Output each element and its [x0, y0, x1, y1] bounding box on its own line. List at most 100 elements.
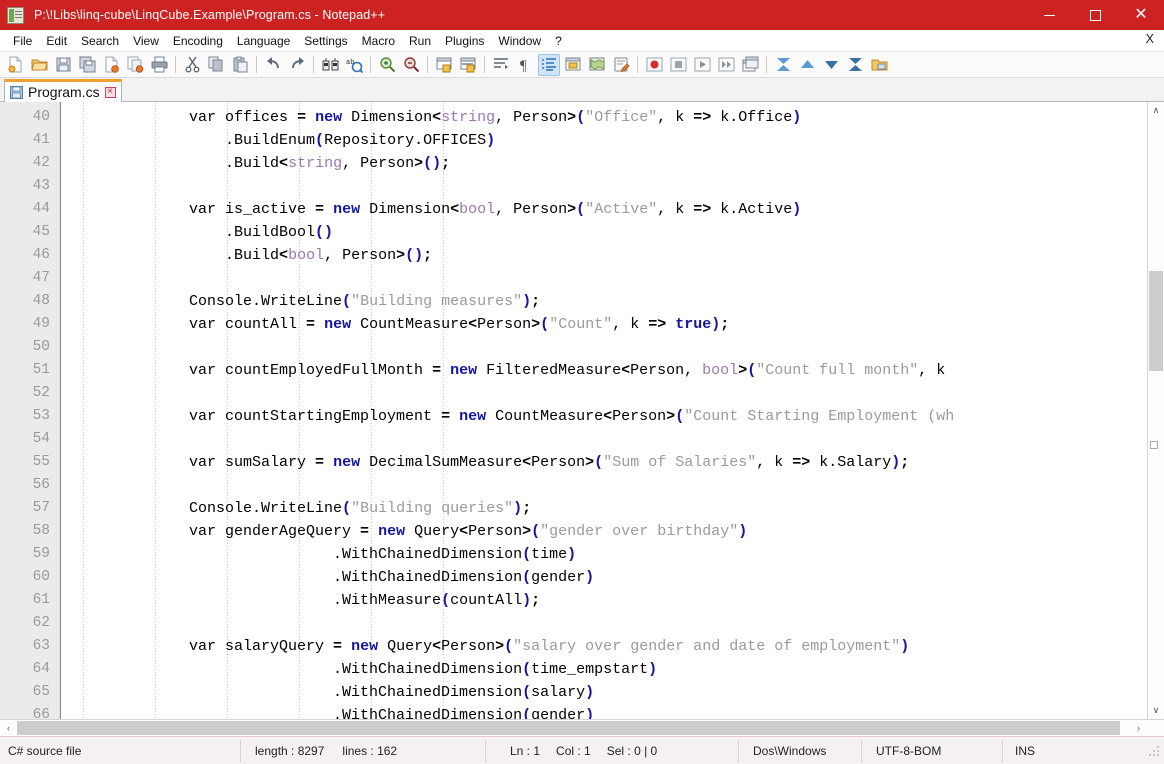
- horizontal-scrollbar[interactable]: ‹ ›: [0, 719, 1164, 736]
- code-line[interactable]: [73, 474, 1147, 497]
- sync-horizontal-scroll-icon[interactable]: [457, 54, 479, 76]
- code-line[interactable]: var offices = new Dimension<string, Pers…: [73, 106, 1147, 129]
- collapse-all-icon[interactable]: [772, 54, 794, 76]
- close-window-button[interactable]: ✕: [1118, 0, 1164, 30]
- code-line[interactable]: var is_active = new Dimension<bool, Pers…: [73, 198, 1147, 221]
- code-line[interactable]: .WithMeasure(countAll);: [73, 589, 1147, 612]
- title-bar: P:\!Libs\linq-cube\LinqCube.Example\Prog…: [0, 0, 1164, 30]
- code-line[interactable]: Console.WriteLine("Building measures");: [73, 290, 1147, 313]
- code-line[interactable]: .WithChainedDimension(time_empstart): [73, 658, 1147, 681]
- code-line[interactable]: [73, 175, 1147, 198]
- scroll-down-arrow-icon[interactable]: ∨: [1148, 702, 1164, 719]
- status-encoding[interactable]: UTF-8-BOM: [862, 737, 1002, 764]
- code-line[interactable]: var sumSalary = new DecimalSumMeasure<Pe…: [73, 451, 1147, 474]
- save-all-icon[interactable]: [76, 54, 98, 76]
- line-number: 57: [32, 500, 50, 516]
- code-line[interactable]: var countStartingEmployment = new CountM…: [73, 405, 1147, 428]
- folder-as-workspace-icon[interactable]: [868, 54, 890, 76]
- scroll-left-arrow-icon[interactable]: ‹: [0, 720, 17, 736]
- scroll-up-arrow-icon[interactable]: ∧: [1148, 102, 1164, 119]
- unfold-down-icon[interactable]: [820, 54, 842, 76]
- menu-item-file[interactable]: File: [6, 32, 39, 50]
- menu-item-plugins[interactable]: Plugins: [438, 32, 491, 50]
- close-document-button[interactable]: X: [1146, 32, 1154, 46]
- menu-item-view[interactable]: View: [126, 32, 166, 50]
- code-line[interactable]: [73, 267, 1147, 290]
- code-line[interactable]: [73, 382, 1147, 405]
- open-file-icon[interactable]: [28, 54, 50, 76]
- user-defined-dialog-icon[interactable]: [562, 54, 584, 76]
- close-file-icon[interactable]: [100, 54, 122, 76]
- status-col: Col : 1: [556, 743, 591, 758]
- expand-all-icon[interactable]: [844, 54, 866, 76]
- undo-icon[interactable]: [262, 54, 284, 76]
- toolbar-separator: [370, 56, 371, 73]
- menu-item-run[interactable]: Run: [402, 32, 438, 50]
- horizontal-scroll-thumb[interactable]: [17, 721, 1120, 735]
- code-line[interactable]: .WithChainedDimension(gender): [73, 566, 1147, 589]
- print-icon[interactable]: [148, 54, 170, 76]
- replace-icon[interactable]: ab: [343, 54, 365, 76]
- code-line[interactable]: var genderAgeQuery = new Query<Person>("…: [73, 520, 1147, 543]
- vertical-scroll-track[interactable]: [1148, 119, 1164, 702]
- code-line[interactable]: .BuildBool(): [73, 221, 1147, 244]
- close-all-icon[interactable]: [124, 54, 146, 76]
- code-line[interactable]: .WithChainedDimension(gender): [73, 704, 1147, 719]
- stop-macro-icon[interactable]: [667, 54, 689, 76]
- menu-item-settings[interactable]: Settings: [297, 32, 354, 50]
- sync-vertical-scroll-icon[interactable]: [433, 54, 455, 76]
- code-line[interactable]: var salaryQuery = new Query<Person>("sal…: [73, 635, 1147, 658]
- menu-item-window[interactable]: Window: [491, 32, 548, 50]
- code-text-area[interactable]: var offices = new Dimension<string, Pers…: [73, 102, 1147, 719]
- code-line[interactable]: var countAll = new CountMeasure<Person>(…: [73, 313, 1147, 336]
- status-eol-format[interactable]: Dos\Windows: [739, 737, 861, 764]
- save-macro-icon[interactable]: [739, 54, 761, 76]
- menu-item-help[interactable]: ?: [548, 32, 569, 50]
- menu-item-language[interactable]: Language: [230, 32, 297, 50]
- horizontal-scroll-track[interactable]: [17, 720, 1130, 736]
- new-file-icon[interactable]: [4, 54, 26, 76]
- word-wrap-icon[interactable]: [490, 54, 512, 76]
- scroll-right-arrow-icon[interactable]: ›: [1130, 720, 1147, 736]
- fold-margin[interactable]: [60, 102, 73, 719]
- run-macro-multiple-icon[interactable]: [715, 54, 737, 76]
- code-line[interactable]: .Build<bool, Person>();: [73, 244, 1147, 267]
- vertical-scrollbar[interactable]: ∧ ∨: [1147, 102, 1164, 719]
- indent-guide-icon[interactable]: [538, 53, 560, 76]
- play-macro-icon[interactable]: [691, 54, 713, 76]
- code-line[interactable]: [73, 428, 1147, 451]
- tab-close-icon[interactable]: ×: [104, 86, 116, 98]
- find-icon[interactable]: [319, 54, 341, 76]
- editor-view[interactable]: 40 41 42 43 44 45 46 47 48 49 50 51 52 53 54 55 56 57 58 59…: [0, 102, 1147, 719]
- redo-icon[interactable]: [286, 54, 308, 76]
- code-line[interactable]: [73, 336, 1147, 359]
- save-icon[interactable]: [52, 54, 74, 76]
- copy-icon[interactable]: [205, 54, 227, 76]
- code-line[interactable]: .WithChainedDimension(salary): [73, 681, 1147, 704]
- menu-item-edit[interactable]: Edit: [39, 32, 74, 50]
- menu-item-macro[interactable]: Macro: [355, 32, 402, 50]
- maximize-button[interactable]: [1072, 0, 1118, 30]
- resize-grip-icon[interactable]: [1147, 743, 1161, 758]
- cut-icon[interactable]: [181, 54, 203, 76]
- menu-item-search[interactable]: Search: [74, 32, 126, 50]
- code-line[interactable]: Console.WriteLine("Building queries");: [73, 497, 1147, 520]
- show-all-chars-icon[interactable]: ¶: [514, 54, 536, 76]
- zoom-in-icon[interactable]: [376, 54, 398, 76]
- code-line[interactable]: .WithChainedDimension(time): [73, 543, 1147, 566]
- document-map-icon[interactable]: [586, 54, 608, 76]
- minimize-button[interactable]: [1026, 0, 1072, 30]
- fold-up-icon[interactable]: [796, 54, 818, 76]
- menu-item-encoding[interactable]: Encoding: [166, 32, 230, 50]
- vertical-scroll-thumb[interactable]: [1149, 271, 1163, 371]
- code-line[interactable]: var countEmployedFullMonth = new Filtere…: [73, 359, 1147, 382]
- function-list-icon[interactable]: [610, 54, 632, 76]
- paste-icon[interactable]: [229, 54, 251, 76]
- tab-program-cs[interactable]: Program.cs ×: [4, 79, 122, 102]
- record-macro-icon[interactable]: [643, 54, 665, 76]
- code-line[interactable]: [73, 612, 1147, 635]
- code-line[interactable]: .BuildEnum(Repository.OFFICES): [73, 129, 1147, 152]
- code-line[interactable]: .Build<string, Person>();: [73, 152, 1147, 175]
- status-insert-mode[interactable]: INS: [1003, 737, 1063, 764]
- zoom-out-icon[interactable]: [400, 54, 422, 76]
